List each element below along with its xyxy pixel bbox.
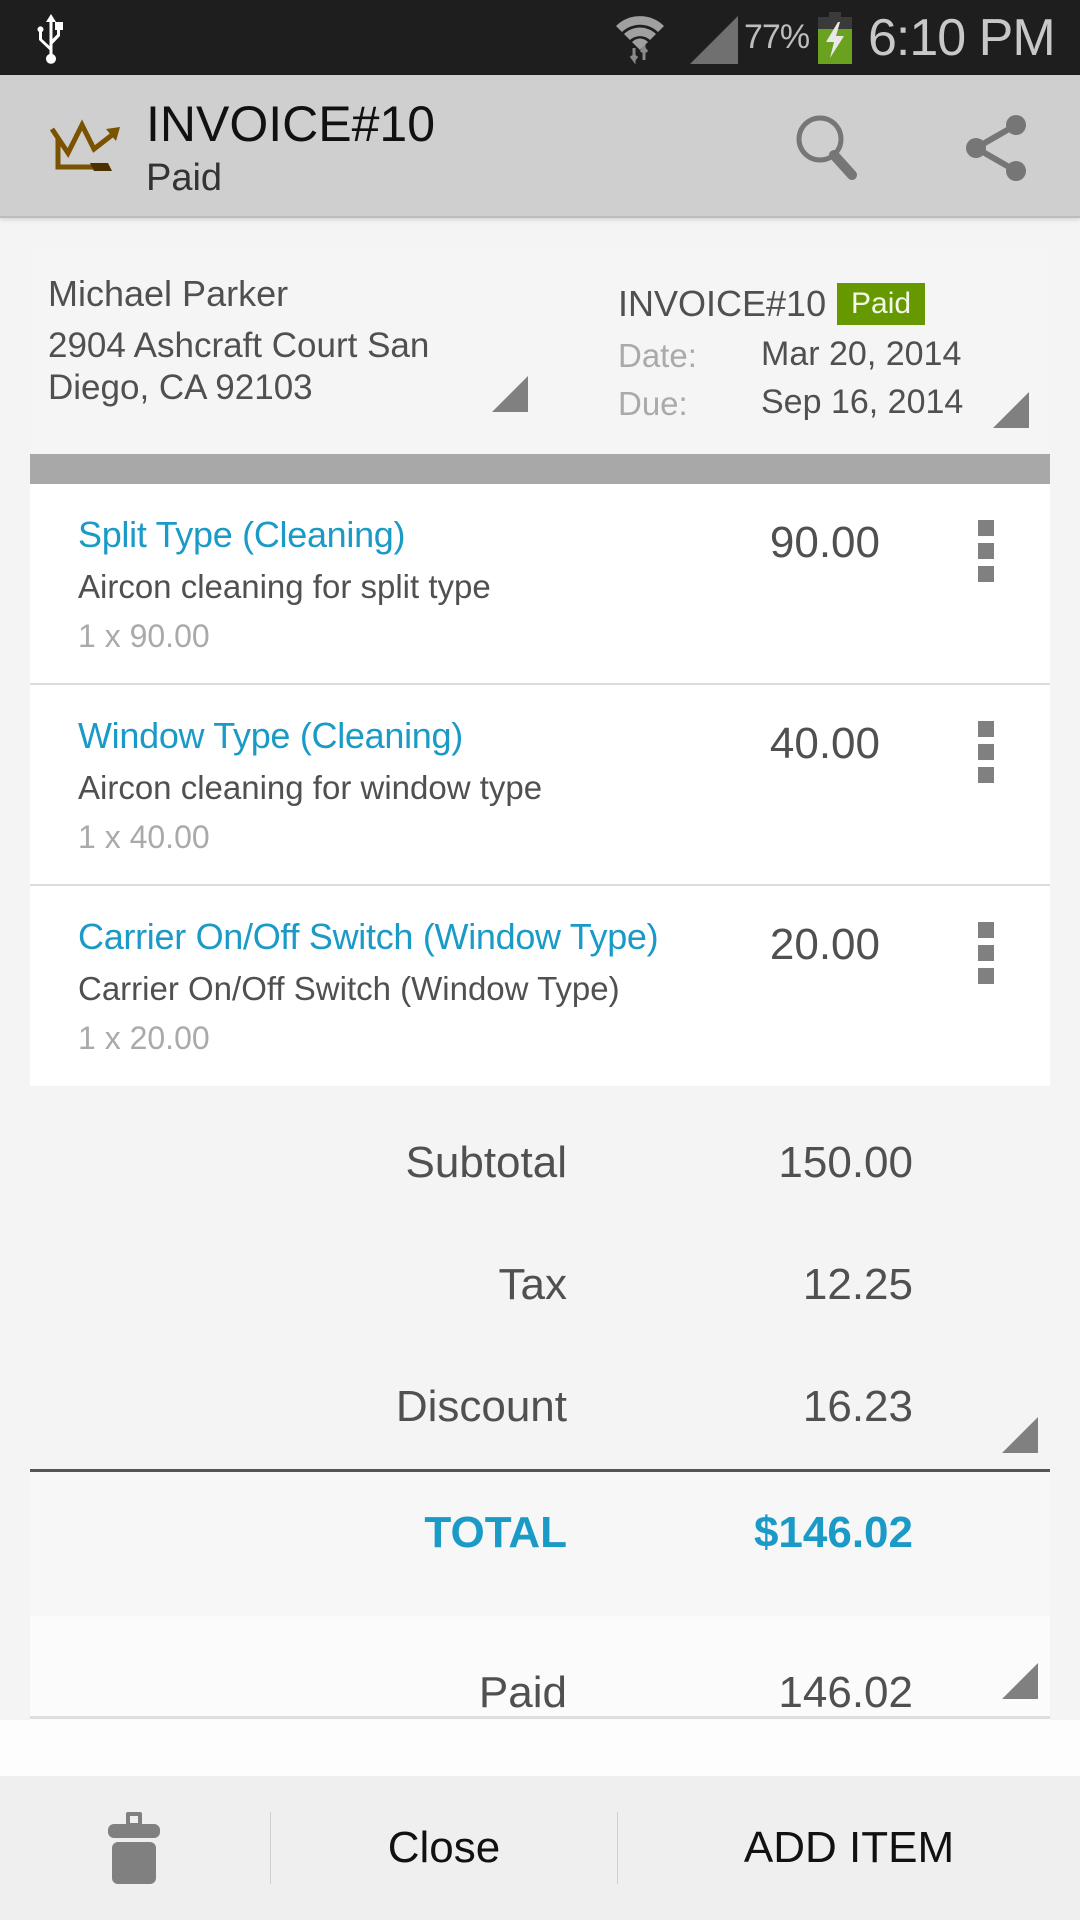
paid-label: Paid: [478, 1668, 567, 1717]
tax-value: 12.25: [802, 1260, 913, 1309]
date-value: Mar 20, 2014: [761, 335, 962, 373]
item-description: Carrier On/Off Switch (Window Type): [78, 970, 620, 1007]
discount-label: Discount: [395, 1382, 567, 1431]
paid-divider: [30, 1716, 1050, 1719]
discount-value: 16.23: [802, 1382, 913, 1431]
item-name: Window Type (Cleaning): [78, 715, 463, 756]
page-title: INVOICE#10: [146, 96, 436, 152]
subtotal-value: 150.00: [778, 1138, 913, 1187]
page-subtitle: Paid: [146, 157, 223, 199]
overflow-menu-icon[interactable]: [978, 922, 998, 988]
subtotal-row: Subtotal 150.00: [30, 1086, 1050, 1206]
clock: 6:10 PM: [868, 9, 1056, 67]
overflow-menu-icon[interactable]: [978, 520, 998, 586]
close-button[interactable]: Close: [271, 1776, 617, 1920]
due-label: Due:: [618, 385, 688, 422]
client-edit-corner-icon[interactable]: [492, 376, 528, 412]
total-value: $146.02: [753, 1508, 913, 1557]
battery-percent: 77%: [744, 18, 810, 56]
invoice-edit-corner-icon[interactable]: [993, 392, 1029, 428]
trash-icon[interactable]: [108, 1812, 160, 1884]
paid-edit-corner-icon[interactable]: [1002, 1663, 1038, 1699]
item-quantity: 1 x 20.00: [78, 1020, 210, 1056]
tax-label: Tax: [498, 1260, 567, 1309]
due-value: Sep 16, 2014: [761, 383, 964, 421]
client-address: 2904 Ashcraft Court San Diego, CA 92103: [48, 326, 430, 407]
list-item[interactable]: Window Type (Cleaning) Aircon cleaning f…: [30, 685, 1050, 886]
total-label: TOTAL: [424, 1508, 567, 1557]
item-amount: 90.00: [769, 518, 880, 567]
action-bar: INVOICE#10 Paid: [0, 75, 1080, 218]
item-description: Aircon cleaning for window type: [78, 769, 543, 806]
subtotal-label: Subtotal: [405, 1138, 567, 1187]
signal-icon: [690, 16, 738, 64]
add-item-button[interactable]: ADD ITEM: [618, 1776, 1080, 1920]
tax-row[interactable]: Tax 12.25: [30, 1208, 1050, 1328]
content-padding: [0, 1720, 1080, 1776]
battery-charging-icon: [818, 12, 852, 64]
search-icon[interactable]: [790, 111, 864, 185]
crown-logo-icon[interactable]: [46, 119, 122, 175]
wifi-icon: [616, 16, 664, 64]
date-label: Date:: [618, 337, 697, 374]
bottom-action-bar: Close ADD ITEM: [0, 1776, 1080, 1920]
invoice-header-card: Michael Parker 2904 Ashcraft Court San D…: [30, 249, 1050, 454]
item-name: Split Type (Cleaning): [78, 514, 406, 555]
status-badge: Paid: [837, 283, 926, 325]
total-row: TOTAL $146.02: [30, 1472, 1050, 1616]
item-name: Carrier On/Off Switch (Window Type): [78, 916, 659, 957]
status-bar: 77% 6:10 PM: [0, 0, 1080, 75]
overflow-menu-icon[interactable]: [978, 721, 998, 787]
item-quantity: 1 x 40.00: [78, 819, 210, 855]
item-description: Aircon cleaning for split type: [78, 568, 491, 605]
usb-icon: [37, 14, 63, 64]
client-name: Michael Parker: [48, 273, 289, 314]
list-item[interactable]: Split Type (Cleaning) Aircon cleaning fo…: [30, 484, 1050, 685]
line-items-list: Split Type (Cleaning) Aircon cleaning fo…: [30, 484, 1050, 1086]
paid-value: 146.02: [778, 1668, 913, 1717]
list-item[interactable]: Carrier On/Off Switch (Window Type) Carr…: [30, 886, 1050, 1086]
item-amount: 40.00: [769, 719, 880, 768]
item-quantity: 1 x 90.00: [78, 618, 210, 654]
section-divider: [30, 454, 1050, 484]
share-icon[interactable]: [960, 111, 1034, 185]
discount-row[interactable]: Discount 16.23: [30, 1330, 1050, 1450]
discount-edit-corner-icon[interactable]: [1002, 1417, 1038, 1453]
invoice-number: INVOICE#10: [618, 283, 827, 324]
item-amount: 20.00: [769, 920, 880, 969]
